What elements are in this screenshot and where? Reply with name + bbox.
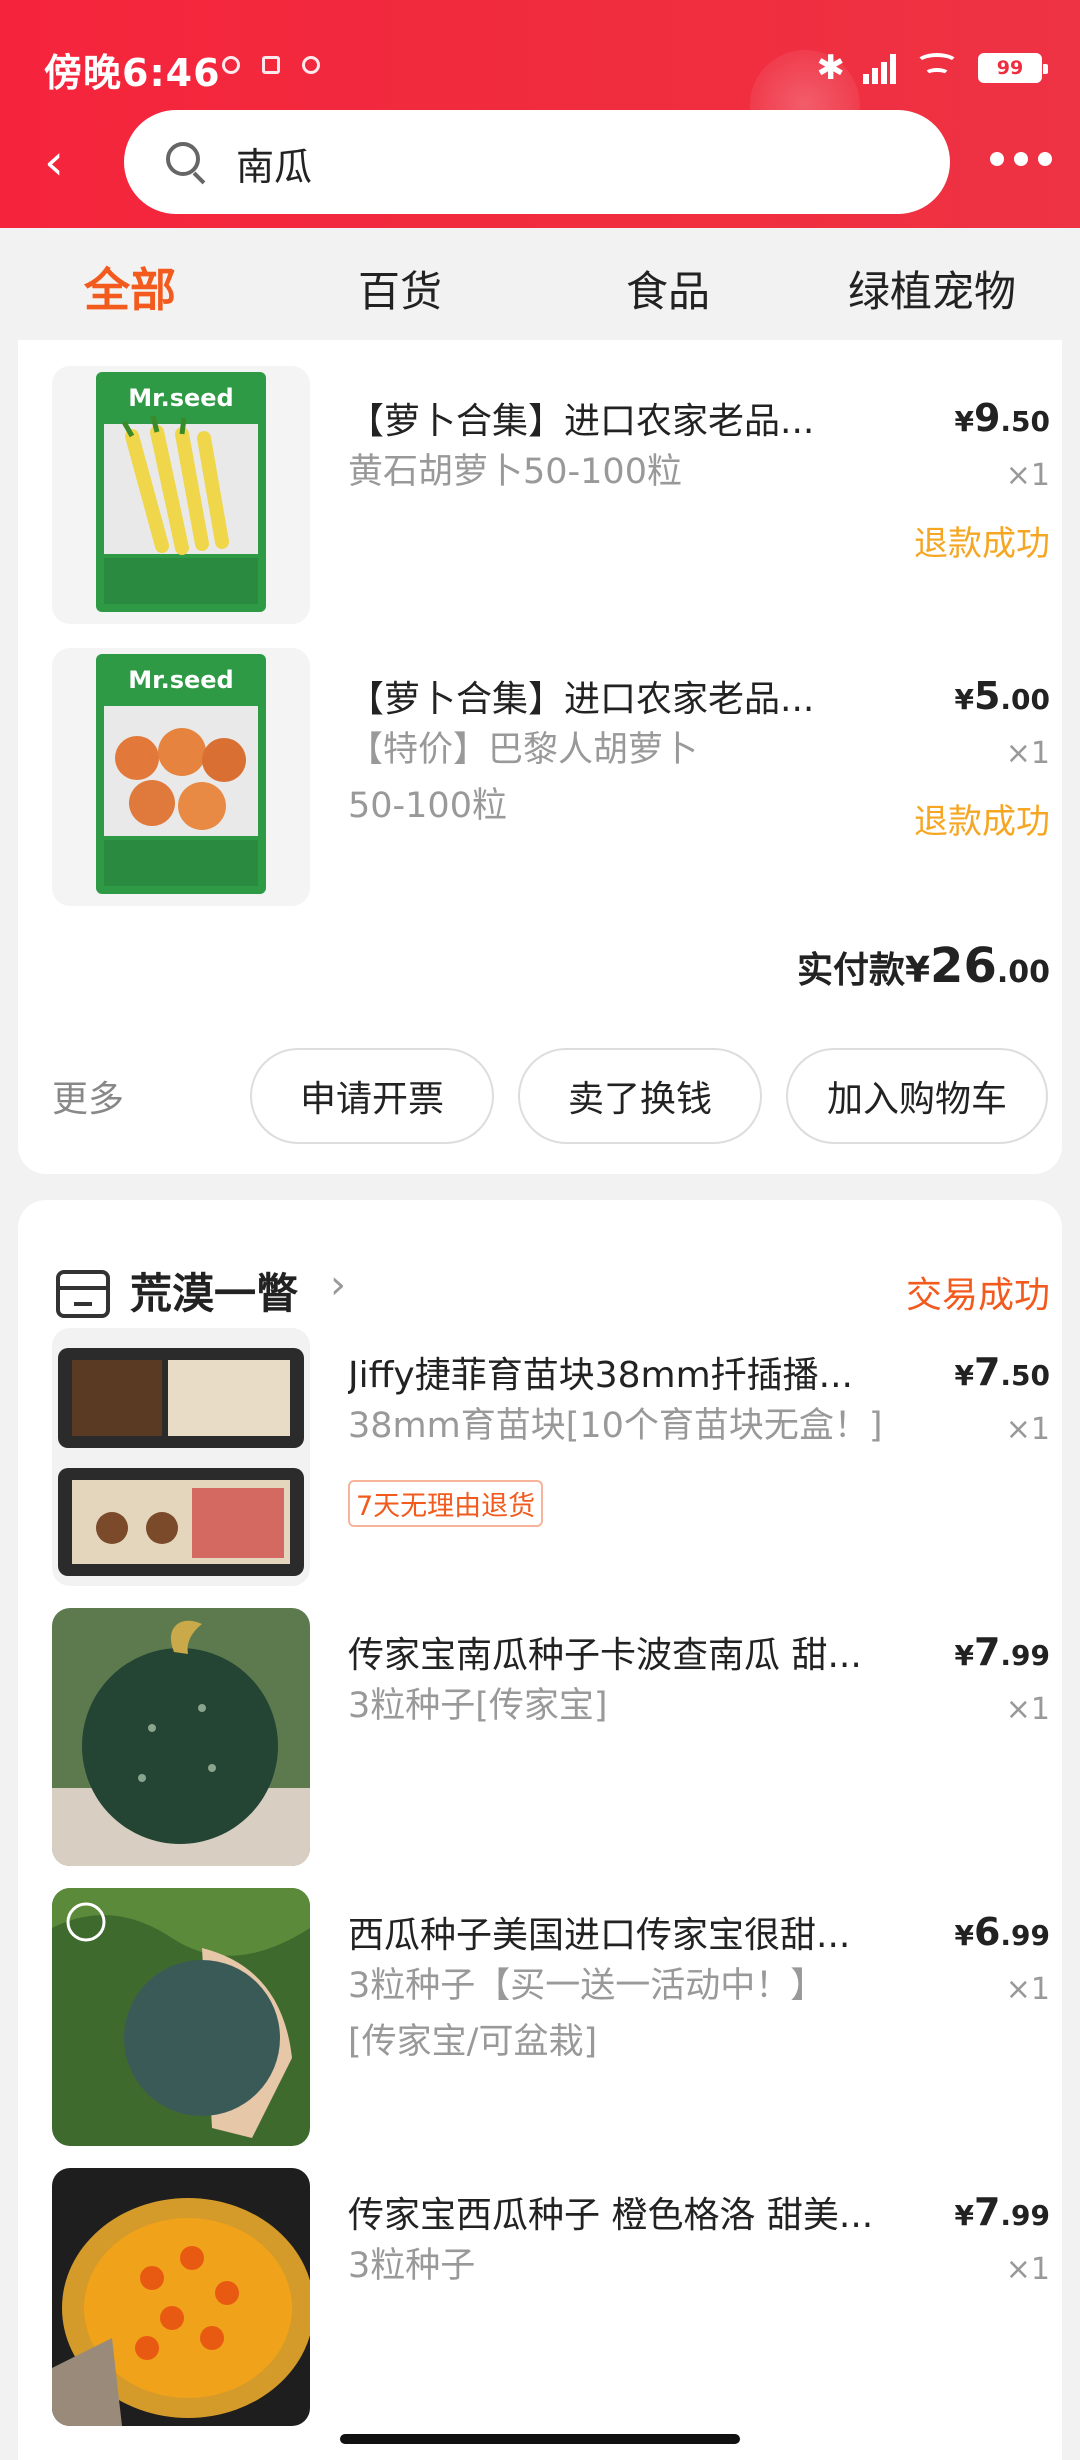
price-integer: 9 [973,396,1001,440]
notification-icon [222,56,240,74]
order-card: 荒漠一瞥 › 交易成功 Jiffy捷菲育苗块38mm扦插播... 38mm育苗块… [18,1200,1062,2460]
svg-text:Mr.seed: Mr.seed [128,666,233,694]
product-title[interactable]: 传家宝南瓜种子卡波查南瓜 甜... [348,1626,928,1678]
request-invoice-button[interactable]: 申请开票 [250,1048,494,1144]
price-decimal: .00 [1000,683,1050,716]
resell-button[interactable]: 卖了换钱 [518,1048,762,1144]
currency-symbol: ¥ [954,1919,974,1952]
bluetooth-icon: ✱ [816,48,846,88]
product-spec-line: [传家宝/可盆栽] [348,2022,598,2062]
more-link[interactable]: 更多 [52,1070,124,1122]
product-price: ¥7.99 [954,2190,1050,2234]
tab-general-goods[interactable]: 百货 [358,258,442,319]
home-indicator[interactable] [340,2434,740,2444]
product-title[interactable]: 西瓜种子美国进口传家宝很甜... [348,1906,928,1958]
paid-integer: 26 [930,938,997,994]
category-tabs: 全部 百货 食品 绿植宠物 [0,228,1080,340]
product-spec: 38mm育苗块[10个育苗块无盒！] [348,1406,883,1446]
back-button[interactable]: ‹ [44,132,84,192]
product-quantity: ×1 [1005,736,1050,771]
product-spec: 3粒种子[传家宝] [348,1686,608,1726]
product-price: ¥7.50 [954,1350,1050,1394]
price-integer: 6 [973,1910,1001,1954]
price-integer: 7 [973,2190,1001,2234]
product-price: ¥5.00 [954,674,1050,718]
status-bar: 傍晚6:46 ✱ 99 [0,0,1080,110]
wifi-icon [914,51,960,85]
refund-status: 退款成功 [914,802,1050,842]
add-to-cart-button[interactable]: 加入购物车 [786,1048,1048,1144]
product-price: ¥7.99 [954,1630,1050,1674]
product-title[interactable]: 【萝卜合集】进口农家老品... [348,670,928,722]
price-integer: 5 [973,674,1001,718]
battery-level: 99 [996,57,1024,79]
product-image[interactable] [52,1328,310,1586]
refund-status: 退款成功 [914,524,1050,564]
product-image[interactable] [52,2168,310,2426]
product-quantity: ×1 [1005,2252,1050,2287]
product-title[interactable]: 传家宝西瓜种子 橙色格洛 甜美... [348,2186,928,2238]
search-input[interactable]: 南瓜 [124,110,950,214]
product-title[interactable]: 【萝卜合集】进口农家老品... [348,392,928,444]
status-time: 傍晚6:46 [44,51,221,95]
product-quantity: ×1 [1005,458,1050,493]
search-icon [166,142,200,176]
price-decimal: .50 [1000,1359,1050,1392]
price-integer: 7 [973,1350,1001,1394]
trade-status: 交易成功 [905,1275,1050,1316]
product-quantity: ×1 [1005,1972,1050,2007]
return-policy-badge: 7天无理由退货 [348,1480,544,1527]
shop-name[interactable]: 荒漠一瞥 [130,1260,298,1321]
currency-symbol: ¥ [954,405,974,438]
product-image[interactable]: Mr.seed [52,648,310,906]
product-quantity: ×1 [1005,1412,1050,1447]
product-image[interactable] [52,1608,310,1866]
signal-icon [863,52,896,84]
currency-symbol: ¥ [954,1639,974,1672]
product-price: ¥9.50 [954,396,1050,440]
tab-food[interactable]: 食品 [626,258,710,319]
price-decimal: .99 [1000,1639,1050,1672]
product-spec: 黄石胡萝卜50-100粒 [348,452,682,492]
product-price: ¥6.99 [954,1910,1050,1954]
svg-text:Mr.seed: Mr.seed [128,384,233,412]
status-icons: ✱ 99 [816,48,1048,88]
currency-symbol: ¥ [954,2199,974,2232]
paid-label: 实付款 [796,950,905,991]
paid-amount: 实付款¥26.00 [797,938,1050,994]
price-decimal: .99 [1000,1919,1050,1952]
search-query[interactable]: 南瓜 [236,136,312,191]
order-card: Mr.seed 【萝卜合集】进口农家老品... 黄石胡萝卜50-100粒 ¥9.… [18,340,1062,1174]
price-integer: 7 [973,1630,1001,1674]
tab-all[interactable]: 全部 [84,254,176,320]
product-spec-line: 3粒种子【买一送一活动中！】 [348,1966,826,2006]
product-image[interactable] [52,1888,310,2146]
price-decimal: .99 [1000,2199,1050,2232]
tab-plants-pets[interactable]: 绿植宠物 [848,258,1016,319]
currency-symbol: ¥ [954,1359,974,1392]
battery-icon: 99 [978,53,1048,83]
product-image[interactable]: Mr.seed [52,366,310,624]
product-spec: 3粒种子 [348,2246,476,2286]
notification-icon [262,56,280,74]
header: 傍晚6:46 ✱ 99 ‹ 南瓜 [0,0,1080,228]
chevron-right-icon[interactable]: › [330,1262,346,1308]
more-options-icon[interactable] [990,152,1052,166]
shop-icon [56,1270,110,1318]
paid-decimal: .00 [996,955,1050,990]
product-spec-line: 50-100粒 [348,786,507,826]
currency-symbol: ¥ [904,950,931,991]
product-quantity: ×1 [1005,1692,1050,1727]
notification-icon [302,56,320,74]
price-decimal: .50 [1000,405,1050,438]
product-title[interactable]: Jiffy捷菲育苗块38mm扦插播... [348,1346,928,1398]
product-spec-line: 【特价】巴黎人胡萝卜 [348,730,699,770]
currency-symbol: ¥ [954,683,974,716]
